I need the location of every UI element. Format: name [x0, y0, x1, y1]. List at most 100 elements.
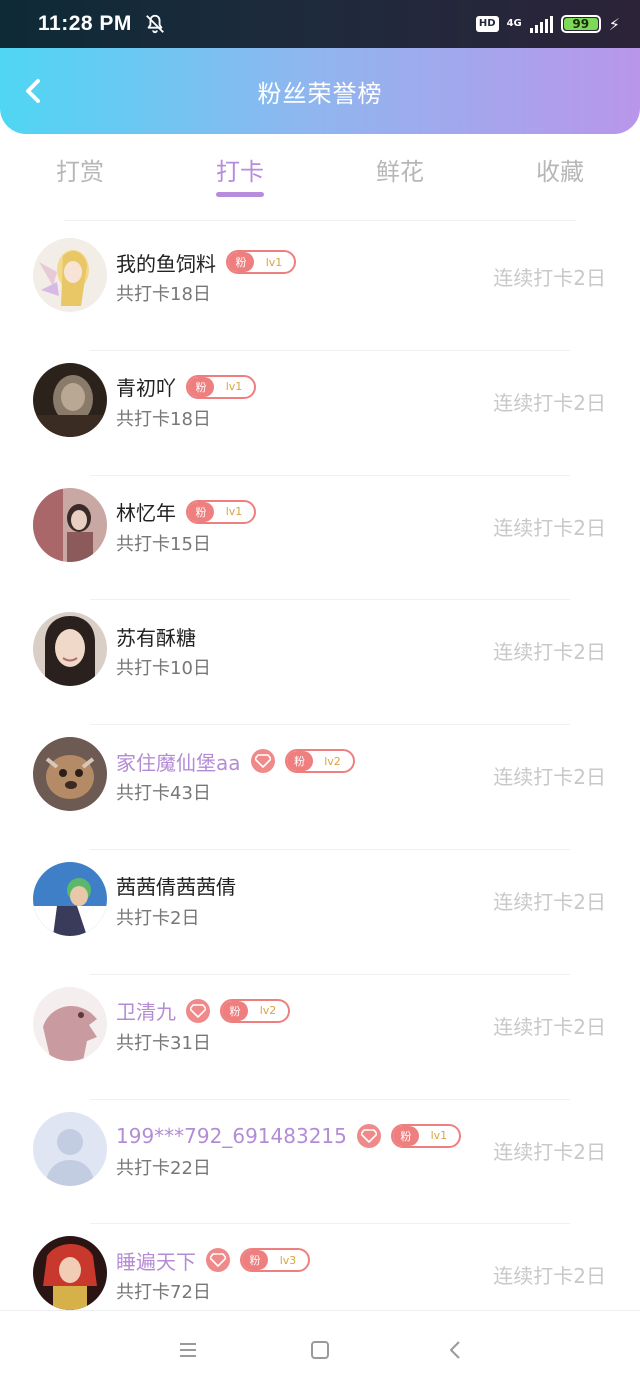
tab-flowers[interactable]: 鲜花: [320, 140, 480, 202]
fan-level: lv1: [430, 1129, 448, 1143]
list-item[interactable]: 卫清九 粉 lv2 共打卡31日 连续打卡2日: [0, 975, 640, 1100]
tab-checkin[interactable]: 打卡: [160, 140, 320, 202]
system-back-button[interactable]: [443, 1338, 467, 1362]
fan-level: lv1: [265, 255, 283, 269]
name-line: 林忆年 粉 lv1: [116, 496, 256, 528]
fan-name[interactable]: 林忆年: [116, 497, 176, 526]
battery-icon: 99: [560, 15, 601, 33]
name-line: 199***792_691483215 粉 lv1: [116, 1120, 461, 1152]
diamond-icon: [250, 749, 275, 774]
total-checkins: 共打卡18日: [116, 408, 211, 430]
avatar[interactable]: [33, 1111, 107, 1186]
total-checkins: 共打卡18日: [116, 284, 211, 305]
status-time: 11:28 PM: [38, 12, 132, 35]
fan-badge-label: 粉: [188, 376, 214, 397]
name-line: 睡遍天下 粉 lv3: [116, 1244, 310, 1276]
fan-name[interactable]: 苏有酥糖: [116, 622, 196, 651]
list-item[interactable]: 茜茜倩茜茜倩 共打卡2日 连续打卡2日: [0, 850, 640, 975]
header: 粉丝荣誉榜: [0, 48, 640, 134]
charging-icon: ⚡: [608, 14, 620, 34]
fan-name[interactable]: 青初吖: [116, 372, 176, 401]
fan-level-badge: 粉 lv1: [226, 250, 296, 274]
fan-badge-label: 粉: [242, 1250, 268, 1271]
avatar[interactable]: [33, 986, 107, 1061]
streak: 连续打卡2日: [493, 1014, 606, 1039]
total-checkins: 共打卡15日: [116, 533, 211, 555]
fan-name[interactable]: 家住魔仙堡aa: [116, 747, 241, 776]
fan-badge-label: 粉: [286, 751, 313, 772]
list-item[interactable]: 199***792_691483215 粉 lv1 共打卡22日 连续打卡2日: [0, 1100, 640, 1225]
home-button[interactable]: [308, 1338, 332, 1362]
fan-name[interactable]: 卫清九: [116, 996, 176, 1025]
page-title: 粉丝荣誉榜: [257, 79, 383, 108]
fan-name[interactable]: 睡遍天下: [116, 1246, 196, 1275]
avatar[interactable]: [33, 362, 107, 437]
fan-level-badge: 粉 lv3: [240, 1248, 310, 1273]
total-checkins: 共打卡31日: [116, 1032, 211, 1054]
total-checkins: 共打卡43日: [116, 783, 211, 805]
battery-level: 99: [572, 17, 590, 31]
fan-level-badge: 粉 lv1: [186, 374, 256, 399]
fan-badge-label: 粉: [228, 252, 254, 272]
signal-icon: [529, 15, 553, 33]
total-checkins: 共打卡10日: [116, 658, 211, 680]
fan-level-badge: 粉 lv2: [220, 998, 290, 1023]
fan-name[interactable]: 茜茜倩茜茜倩: [116, 871, 236, 900]
streak: 连续打卡2日: [493, 390, 606, 415]
tab-tip[interactable]: 打赏: [0, 140, 160, 202]
streak: 连续打卡2日: [493, 266, 606, 290]
name-line: 苏有酥糖: [116, 620, 196, 652]
list-item[interactable]: 苏有酥糖 共打卡10日 连续打卡2日: [0, 600, 640, 726]
list-item[interactable]: 家住魔仙堡aa 粉 lv2 共打卡43日 连续打卡2日: [0, 725, 640, 850]
fan-level: lv1: [225, 505, 243, 519]
avatar[interactable]: [33, 1236, 107, 1311]
streak: 连续打卡2日: [493, 765, 606, 790]
fan-badge-label: 粉: [188, 501, 214, 522]
avatar[interactable]: [33, 487, 107, 562]
total-checkins: 共打卡22日: [116, 1157, 211, 1179]
avatar[interactable]: [33, 238, 107, 312]
recent-apps-button[interactable]: [176, 1338, 200, 1362]
streak: 连续打卡2日: [493, 515, 606, 540]
fan-badge-label: 粉: [392, 1125, 419, 1146]
bell-off-icon: [145, 14, 164, 34]
fan-level-badge: 粉 lv1: [390, 1123, 461, 1148]
menu-icon: [180, 1343, 196, 1357]
tab-bar: 打赏 打卡 鲜花 收藏: [0, 140, 640, 202]
avatar[interactable]: [33, 737, 107, 812]
avatar[interactable]: [33, 861, 107, 936]
streak: 连续打卡2日: [493, 889, 606, 914]
system-nav-bar: [0, 1310, 640, 1387]
list-item[interactable]: 青初吖 粉 lv1 共打卡18日 连续打卡2日: [0, 351, 640, 476]
name-line: 我的鱼饲料 粉 lv1: [116, 246, 296, 278]
status-bar: 11:28 PM HD 4G 99 ⚡: [0, 0, 640, 48]
total-checkins: 共打卡72日: [116, 1282, 211, 1304]
fan-level-badge: 粉 lv1: [186, 499, 256, 524]
list-item[interactable]: 林忆年 粉 lv1 共打卡15日 连续打卡2日: [0, 476, 640, 601]
network-type: 4G: [506, 18, 522, 29]
fan-name[interactable]: 我的鱼饲料: [116, 248, 216, 277]
fan-name[interactable]: 199***792_691483215: [116, 1124, 347, 1148]
fan-level: lv1: [225, 380, 243, 394]
avatar[interactable]: [33, 612, 107, 687]
list-item[interactable]: 我的鱼饲料 粉 lv1 共打卡18日 连续打卡2日: [0, 226, 640, 351]
fan-list: 我的鱼饲料 粉 lv1 共打卡18日 连续打卡2日 青初吖 粉 lv1 共打卡1…: [0, 226, 640, 1349]
fan-level: lv2: [324, 754, 341, 768]
streak: 连续打卡2日: [493, 1264, 606, 1289]
name-line: 茜茜倩茜茜倩: [116, 870, 236, 902]
total-checkins: 共打卡2日: [116, 907, 200, 929]
streak: 连续打卡2日: [493, 640, 606, 665]
fan-level: lv3: [279, 1253, 297, 1267]
status-indicators: HD 4G 99 ⚡: [475, 14, 620, 34]
name-line: 青初吖 粉 lv1: [116, 371, 256, 403]
name-line: 家住魔仙堡aa 粉 lv2: [116, 745, 355, 777]
back-button[interactable]: [18, 76, 48, 106]
diamond-icon: [356, 1123, 381, 1148]
square-home-icon: [311, 1341, 329, 1359]
triangle-back-icon: [450, 1341, 460, 1359]
fan-level-badge: 粉 lv2: [284, 749, 355, 774]
fan-badge-label: 粉: [222, 1000, 248, 1021]
chevron-left-icon: [26, 79, 40, 103]
diamond-icon: [206, 1248, 230, 1273]
tab-favorites[interactable]: 收藏: [480, 140, 640, 202]
